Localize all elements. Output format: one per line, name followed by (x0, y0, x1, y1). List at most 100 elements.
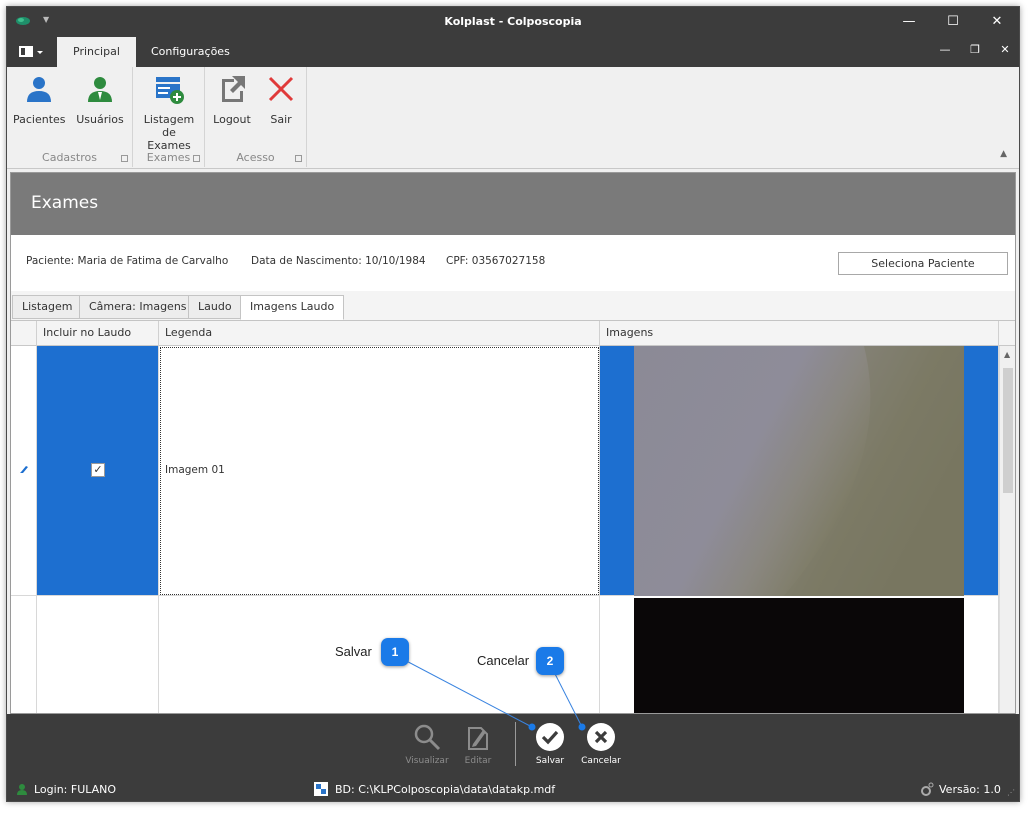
group-launcher-acesso[interactable] (295, 155, 302, 162)
logout-button[interactable]: Logout (209, 73, 255, 126)
x-circle-icon (587, 723, 615, 751)
tab-principal[interactable]: Principal (57, 37, 136, 67)
checkmark-circle-icon (536, 723, 564, 751)
edit-document-icon (468, 727, 488, 750)
user-icon (88, 77, 112, 102)
app-menu-icon (19, 46, 43, 57)
user-status-icon (17, 784, 27, 795)
title-bar: ▼ Kolplast - Colposcopia — ☐ ✕ (7, 7, 1019, 37)
version-label: Versão: 1.0 (939, 783, 1001, 796)
group-label-cadastros: Cadastros (42, 151, 97, 164)
sair-button[interactable]: Sair (259, 73, 303, 126)
app-menu-button[interactable] (13, 42, 49, 62)
login-status: Login: FULANO (34, 783, 117, 796)
database-path: BD: C:\KLPColposcopia\data\datakp.mdf (335, 783, 556, 796)
scroll-up-icon[interactable]: ▲ (1004, 350, 1010, 359)
group-launcher-cadastros[interactable] (121, 155, 128, 162)
database-icon (314, 782, 328, 796)
resize-grip-icon[interactable]: ⋰ (1007, 788, 1015, 797)
status-bar: Login: FULANO BD: C:\KLPColposcopia\data… (7, 776, 1019, 801)
image-cell[interactable] (600, 346, 999, 596)
window-title: Kolplast - Colposcopia (444, 15, 582, 28)
callout-label-cancelar: Cancelar (477, 653, 530, 668)
mdi-minimize-button[interactable]: — (935, 43, 955, 61)
pacientes-button[interactable]: Pacientes (13, 73, 66, 126)
grid-header: Incluir no Laudo Legenda Imagens (11, 321, 1015, 346)
mdi-restore-button[interactable]: ❐ (965, 43, 985, 61)
column-header-imagens[interactable]: Imagens (600, 321, 999, 346)
patient-icon (27, 77, 51, 102)
close-button[interactable]: ✕ (977, 11, 1017, 33)
legend-text: Imagem 01 (165, 464, 225, 476)
usuarios-label: Usuários (76, 113, 124, 126)
tab-configuracoes[interactable]: Configurações (135, 37, 246, 67)
legend-cell[interactable]: Imagem 01 (159, 346, 600, 596)
usuarios-button[interactable]: Usuários (73, 73, 127, 126)
ribbon-group-exames: Listagem de Exames Exames (133, 67, 205, 167)
exam-tabs: Listagem Câmera: Imagens Laudo Imagens L… (11, 291, 1015, 320)
gear-icon (921, 782, 934, 796)
legend-cell[interactable] (159, 596, 600, 713)
page-header: Exames (11, 173, 1015, 235)
column-header-legenda[interactable]: Legenda (159, 321, 600, 346)
ribbon-group-cadastros: Pacientes Usuários Cadastros (7, 67, 133, 167)
main-window: ▼ Kolplast - Colposcopia — ☐ ✕ Principal… (6, 6, 1020, 802)
mdi-close-button[interactable]: ✕ (995, 43, 1015, 61)
tab-listagem[interactable]: Listagem (12, 295, 83, 319)
logout-icon (222, 76, 245, 102)
ribbon-tabs-row: Principal Configurações — ❐ ✕ (7, 37, 1019, 67)
maximize-button[interactable]: ☐ (933, 11, 973, 33)
group-label-acesso: Acesso (236, 151, 275, 164)
listagem-exames-label: Listagem de Exames (143, 113, 195, 152)
minimize-button[interactable]: — (889, 11, 929, 33)
vertical-scrollbar[interactable]: ▲ (999, 346, 1015, 713)
row-indicator-header (11, 321, 37, 346)
callout-badge-1: 1 (381, 638, 409, 666)
select-patient-button[interactable]: Seleciona Paciente (838, 252, 1008, 275)
row-indicator (11, 346, 37, 596)
colposcopy-image (634, 598, 964, 713)
callout-label-salvar: Salvar (335, 644, 372, 659)
toolbar-separator (515, 722, 516, 766)
page-title: Exames (31, 193, 99, 213)
patient-name: Paciente: Maria de Fatima de Carvalho (26, 255, 229, 267)
table-row[interactable]: ✓ Imagem 01 (11, 346, 999, 596)
image-cell[interactable] (600, 596, 999, 713)
visualizar-label: Visualizar (405, 756, 449, 766)
tab-camera-imagens[interactable]: Câmera: Imagens (79, 295, 197, 319)
column-header-incluir[interactable]: Incluir no Laudo (37, 321, 159, 346)
tab-imagens-laudo[interactable]: Imagens Laudo (240, 295, 345, 320)
visualizar-button[interactable]: Visualizar (402, 722, 452, 766)
cancelar-label: Cancelar (581, 756, 621, 766)
editar-label: Editar (464, 756, 492, 766)
salvar-button[interactable]: Salvar (525, 722, 575, 766)
patient-cpf: CPF: 03567027158 (446, 255, 546, 267)
logout-label: Logout (213, 113, 251, 126)
group-launcher-exames[interactable] (193, 155, 200, 162)
patient-birth-date: Data de Nascimento: 10/10/1984 (251, 255, 426, 267)
tab-laudo[interactable]: Laudo (188, 295, 242, 319)
row-indicator (11, 596, 37, 713)
editar-button[interactable]: Editar (453, 722, 503, 766)
listagem-exames-button[interactable]: Listagem de Exames (139, 73, 199, 152)
sair-label: Sair (270, 113, 292, 126)
action-toolbar: Visualizar Editar Salvar Cancelar (7, 714, 1019, 776)
exam-list-icon (156, 77, 184, 104)
salvar-label: Salvar (535, 756, 565, 766)
magnifier-icon (414, 724, 441, 751)
patient-info-row: Paciente: Maria de Fatima de Carvalho Da… (11, 235, 1015, 291)
pacientes-label: Pacientes (13, 113, 66, 126)
callout-badge-2: 2 (536, 647, 564, 675)
include-cell[interactable]: ✓ (37, 346, 159, 596)
include-cell[interactable] (37, 596, 159, 713)
cancelar-button[interactable]: Cancelar (576, 722, 626, 766)
ribbon-group-acesso: Logout Sair Acesso (205, 67, 307, 167)
scrollbar-thumb[interactable] (1003, 368, 1013, 493)
collapse-ribbon-icon[interactable]: ▲ (1000, 149, 1007, 159)
colposcopy-image (634, 346, 964, 596)
exit-x-icon (268, 76, 294, 102)
content-panel: Exames Paciente: Maria de Fatima de Carv… (10, 172, 1016, 714)
edit-pencil-icon (20, 466, 28, 473)
ribbon: Pacientes Usuários Cadastros Listagem de… (7, 67, 1019, 169)
include-checkbox[interactable]: ✓ (91, 463, 105, 477)
